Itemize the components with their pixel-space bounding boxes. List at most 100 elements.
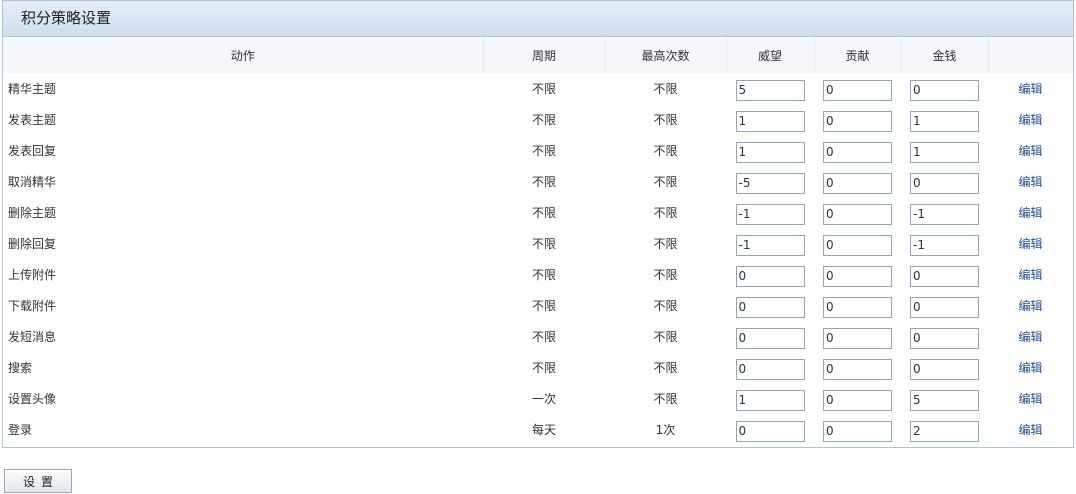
prestige-cell: [726, 352, 814, 383]
contribution-input[interactable]: [823, 265, 892, 287]
period-value: 不限: [531, 144, 556, 158]
contribution-cell: [814, 166, 901, 197]
contribution-input[interactable]: [823, 296, 892, 318]
contribution-input[interactable]: [823, 234, 892, 256]
contribution-input[interactable]: [823, 327, 892, 349]
action-name: 上传附件: [8, 268, 57, 282]
prestige-cell: [726, 259, 814, 290]
table-row: 删除主题 不限 不限 编辑: [3, 197, 1073, 228]
period-value: 不限: [531, 206, 556, 220]
prestige-input[interactable]: [735, 389, 805, 411]
money-cell: [901, 166, 988, 197]
submit-settings-button[interactable]: 设置: [4, 469, 72, 493]
prestige-cell: [726, 290, 814, 321]
edit-link[interactable]: 编辑: [1018, 392, 1042, 406]
table-row: 发短消息 不限 不限 编辑: [3, 321, 1073, 352]
table-row: 下载附件 不限 不限 编辑: [3, 290, 1073, 321]
edit-link[interactable]: 编辑: [1018, 423, 1042, 437]
header-action: 动作: [3, 37, 484, 73]
money-input[interactable]: [910, 358, 979, 380]
money-input[interactable]: [910, 420, 979, 442]
money-input[interactable]: [910, 79, 979, 101]
contribution-input[interactable]: [823, 358, 892, 380]
edit-link[interactable]: 编辑: [1018, 175, 1042, 189]
edit-cell: 编辑: [988, 228, 1073, 259]
money-cell: [901, 259, 988, 290]
max-times-value: 不限: [653, 206, 678, 220]
contribution-input[interactable]: [823, 141, 892, 163]
max-times-value: 不限: [653, 175, 678, 189]
header-period: 周期: [483, 37, 606, 73]
money-cell: [901, 197, 988, 228]
prestige-input[interactable]: [735, 141, 805, 163]
prestige-input[interactable]: [735, 265, 805, 287]
edit-link[interactable]: 编辑: [1018, 113, 1042, 127]
money-cell: [901, 352, 988, 383]
prestige-input[interactable]: [735, 79, 805, 101]
table-header-row: 动作 周期 最高次数 威望 贡献 金钱: [3, 37, 1073, 73]
prestige-input[interactable]: [735, 296, 805, 318]
period-value: 不限: [531, 113, 556, 127]
max-times-value: 不限: [653, 299, 678, 313]
panel-title: 积分策略设置: [3, 1, 1073, 37]
contribution-input[interactable]: [823, 110, 892, 132]
credit-policy-panel: 积分策略设置 动作 周期 最高次数 威望 贡献 金钱 精华主题不限不限编辑发表主…: [2, 0, 1074, 448]
table-row: 取消精华 不限 不限 编辑: [3, 166, 1073, 197]
prestige-input[interactable]: [735, 420, 805, 442]
contribution-input[interactable]: [823, 203, 892, 225]
edit-link[interactable]: 编辑: [1018, 206, 1042, 220]
money-cell: [901, 104, 988, 135]
table-row: 精华主题 不限 不限 编辑: [3, 73, 1073, 104]
edit-cell: 编辑: [988, 383, 1073, 414]
contribution-cell: [814, 290, 901, 321]
prestige-input[interactable]: [735, 234, 805, 256]
edit-link[interactable]: 编辑: [1018, 82, 1042, 96]
edit-cell: 编辑: [988, 73, 1073, 104]
contribution-input[interactable]: [823, 79, 892, 101]
edit-cell: 编辑: [988, 414, 1073, 445]
money-input[interactable]: [910, 389, 979, 411]
prestige-input[interactable]: [735, 358, 805, 380]
money-input[interactable]: [910, 265, 979, 287]
max-times-value: 不限: [653, 268, 678, 282]
edit-link[interactable]: 编辑: [1018, 330, 1042, 344]
edit-link[interactable]: 编辑: [1018, 361, 1042, 375]
contribution-input[interactable]: [823, 389, 892, 411]
money-input[interactable]: [910, 327, 979, 349]
contribution-cell: [814, 135, 901, 166]
prestige-input[interactable]: [735, 327, 805, 349]
period-value: 不限: [531, 299, 556, 313]
contribution-cell: [814, 73, 901, 104]
money-input[interactable]: [910, 110, 979, 132]
prestige-cell: [726, 383, 814, 414]
prestige-input[interactable]: [735, 110, 805, 132]
contribution-cell: [814, 352, 901, 383]
action-name: 发短消息: [8, 330, 57, 344]
max-times-value: 不限: [653, 144, 678, 158]
money-input[interactable]: [910, 296, 979, 318]
prestige-cell: [726, 414, 814, 445]
edit-link[interactable]: 编辑: [1018, 237, 1042, 251]
contribution-cell: [814, 321, 901, 352]
edit-link[interactable]: 编辑: [1018, 144, 1042, 158]
contribution-cell: [814, 383, 901, 414]
edit-cell: 编辑: [988, 321, 1073, 352]
period-value: 不限: [531, 237, 556, 251]
contribution-cell: [814, 197, 901, 228]
money-input[interactable]: [910, 172, 979, 194]
prestige-input[interactable]: [735, 203, 805, 225]
money-input[interactable]: [910, 141, 979, 163]
prestige-input[interactable]: [735, 172, 805, 194]
prestige-cell: [726, 228, 814, 259]
prestige-cell: [726, 197, 814, 228]
edit-link[interactable]: 编辑: [1018, 268, 1042, 282]
action-name: 发表回复: [8, 144, 57, 158]
contribution-input[interactable]: [823, 420, 892, 442]
action-name: 精华主题: [8, 82, 57, 96]
money-cell: [901, 228, 988, 259]
edit-link[interactable]: 编辑: [1018, 299, 1042, 313]
max-times-value: 不限: [653, 330, 678, 344]
money-input[interactable]: [910, 203, 979, 225]
contribution-input[interactable]: [823, 172, 892, 194]
money-input[interactable]: [910, 234, 979, 256]
